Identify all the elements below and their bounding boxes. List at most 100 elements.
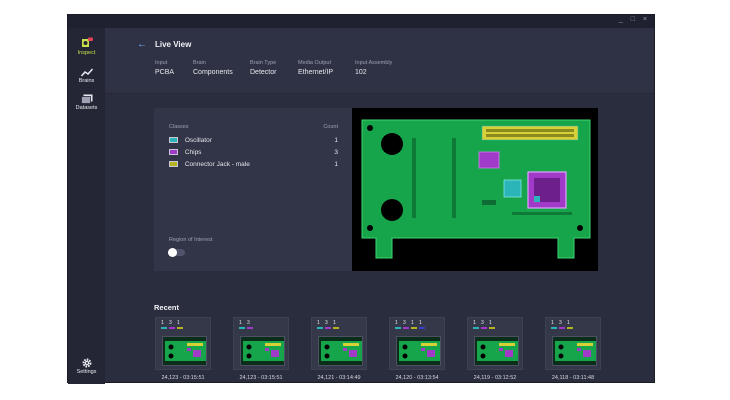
recent-card[interactable]: 13 <box>233 317 289 370</box>
back-arrow-icon[interactable]: ← <box>137 39 147 50</box>
inspect-icon <box>81 37 93 47</box>
page-title: Live View <box>155 40 192 49</box>
recent-thumbnail <box>318 336 363 366</box>
class-row: Chips 3 <box>169 149 338 158</box>
class-row: Oscillator 1 <box>169 137 338 146</box>
recent-card-label: 24,120 - 03:13:54 <box>395 375 439 381</box>
recent-card-label: 24,123 - 03:15:51 <box>239 375 283 381</box>
recent-count: 3 <box>481 320 484 326</box>
recent-counts: 1311 <box>395 320 427 326</box>
class-bars <box>239 327 255 330</box>
recent-counts: 131 <box>317 320 341 326</box>
meta-key: Media Output <box>298 60 332 66</box>
sidebar-item-label: Datasets <box>75 105 98 111</box>
recent-count: 3 <box>247 320 250 326</box>
class-name: Oscillator <box>184 137 212 144</box>
meta-input-assembly: Input Assembly 102 <box>355 60 392 76</box>
meta-value: Detector <box>250 69 277 76</box>
recent-card-label: 24,119 - 03:12:52 <box>473 375 517 381</box>
close-button[interactable]: × <box>643 16 650 23</box>
meta-key: Input Assembly <box>355 60 393 66</box>
meta-brain: Brain Components <box>193 60 233 76</box>
recent-count: 1 <box>489 320 492 326</box>
class-bars <box>317 327 341 330</box>
recent-count: 1 <box>419 320 422 326</box>
class-row: Connector Jack - male 1 <box>169 161 338 170</box>
roi-toggle[interactable] <box>168 248 185 257</box>
recent-count: 1 <box>567 320 570 326</box>
meta-brain-type: Brain Type Detector <box>250 60 276 76</box>
recent-count: 1 <box>333 320 336 326</box>
recent-count: 3 <box>169 320 172 326</box>
recent-count: 3 <box>559 320 562 326</box>
recent-count: 1 <box>473 320 476 326</box>
recent-thumbnail <box>474 336 519 366</box>
sidebar-item-label: Brains <box>78 78 95 84</box>
recent-thumbnail <box>162 336 207 366</box>
meta-value: Ethernet/IP <box>298 69 334 76</box>
sidebar-item-datasets[interactable]: Datasets <box>68 94 105 111</box>
classes-panel: Classes Count Oscillator 1 Chips 3 Conne… <box>154 108 352 271</box>
class-bars <box>161 327 185 330</box>
recent-thumbnail <box>240 336 285 366</box>
recent-title: Recent <box>154 303 180 312</box>
roi-label: Region of Interest <box>169 237 213 243</box>
chart-line-icon <box>80 68 93 77</box>
live-image <box>352 108 598 271</box>
recent-count: 1 <box>395 320 398 326</box>
class-swatch <box>169 161 178 168</box>
class-swatch <box>169 137 178 144</box>
recent-thumbnail <box>552 336 597 366</box>
app-window: _ □ × Inspect Brains Datasets Settings ←… <box>67 14 655 384</box>
recent-card-label: 24,123 - 03:15:51 <box>161 375 205 381</box>
class-bars <box>473 327 497 330</box>
meta-key: Brain Type <box>250 60 277 66</box>
sidebar-item-inspect[interactable]: Inspect <box>68 37 105 56</box>
recent-count: 1 <box>177 320 180 326</box>
page-header: ← Live View Input PCBA Brain Components … <box>105 28 654 94</box>
classes-header: Classes <box>169 124 189 130</box>
gear-icon <box>81 358 92 368</box>
maximize-button[interactable]: □ <box>631 16 638 23</box>
class-name: Chips <box>184 149 202 156</box>
meta-value: Components <box>193 69 233 76</box>
class-count: 3 <box>334 149 338 156</box>
recent-card[interactable]: 131 <box>545 317 601 370</box>
meta-input: Input PCBA <box>155 60 174 76</box>
recent-card[interactable]: 131 <box>155 317 211 370</box>
meta-media-output: Media Output Ethernet/IP <box>298 60 333 76</box>
recent-counts: 131 <box>551 320 575 326</box>
title-bar: _ □ × <box>68 15 654 28</box>
class-name: Connector Jack - male <box>184 161 250 168</box>
sidebar-item-brains[interactable]: Brains <box>68 68 105 84</box>
recent-card[interactable]: 131 <box>311 317 367 370</box>
toggle-knob <box>168 248 177 257</box>
class-bars <box>395 327 427 330</box>
sidebar-item-label: Inspect <box>77 50 96 56</box>
recent-count: 3 <box>403 320 406 326</box>
recent-card[interactable]: 131 <box>467 317 523 370</box>
sidebar-item-label: Settings <box>76 369 97 375</box>
main-content: Classes Count Oscillator 1 Chips 3 Conne… <box>105 95 654 382</box>
meta-key: Brain <box>193 60 206 66</box>
count-header: Count <box>323 124 338 130</box>
sidebar: Inspect Brains Datasets Settings <box>68 28 105 384</box>
meta-value: PCBA <box>155 69 175 76</box>
recent-card[interactable]: 1311 <box>389 317 445 370</box>
recent-card-label: 24,118 - 03:11:48 <box>551 375 595 381</box>
recent-count: 1 <box>161 320 164 326</box>
sidebar-item-settings[interactable]: Settings <box>68 358 105 375</box>
recent-card-label: 24,121 - 03:14:49 <box>317 375 361 381</box>
class-count: 1 <box>334 137 338 144</box>
recent-count: 3 <box>325 320 328 326</box>
recent-count: 1 <box>317 320 320 326</box>
recent-thumbnail <box>396 336 441 366</box>
recent-counts: 131 <box>161 320 185 326</box>
class-swatch <box>169 149 178 156</box>
minimize-button[interactable]: _ <box>619 16 626 23</box>
meta-key: Input <box>155 60 168 66</box>
recent-count: 1 <box>551 320 554 326</box>
class-bars <box>551 327 575 330</box>
pcb-image <box>361 119 591 259</box>
recent-count: 1 <box>239 320 242 326</box>
